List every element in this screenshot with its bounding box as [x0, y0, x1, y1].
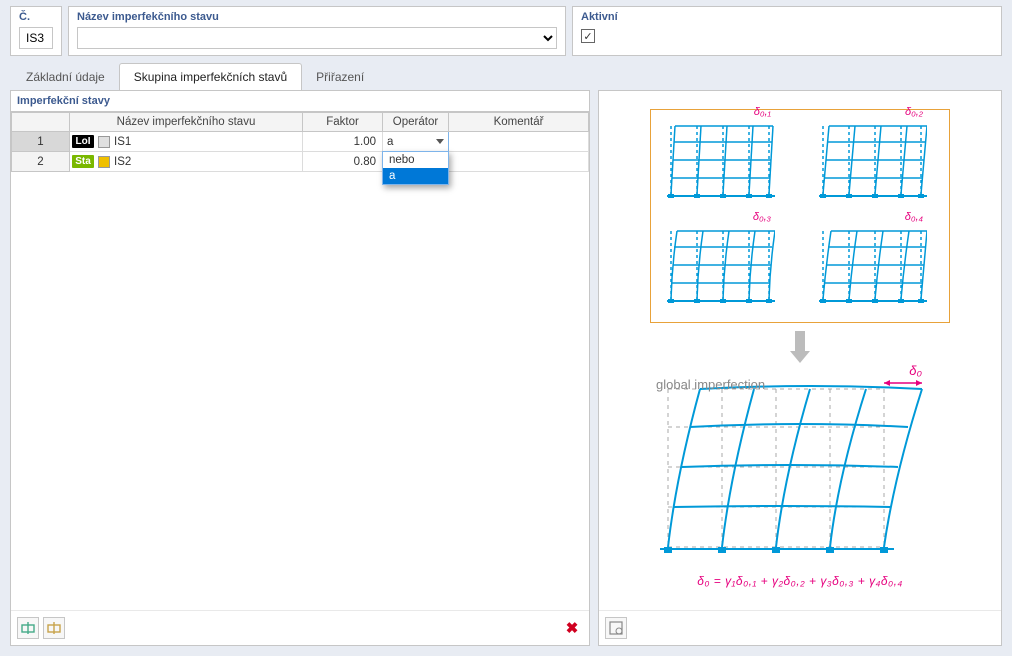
arrow-down-icon	[790, 331, 810, 363]
number-input[interactable]	[19, 27, 53, 49]
delta-label-2: δ₀,₂	[905, 106, 923, 118]
delta-zero-label: δ₀	[909, 363, 922, 378]
delta-label-1: δ₀,₁	[754, 106, 771, 118]
row-color-swatch	[98, 136, 110, 148]
global-imperfection-diagram: global imperfection δ₀	[650, 377, 950, 588]
dropdown-option-a[interactable]: a	[383, 168, 448, 184]
delete-button[interactable]: ✖	[561, 617, 583, 639]
dropdown-option-nebo[interactable]: nebo	[383, 152, 448, 168]
formula-text: δ₀ = γ₁δ₀,₁ + γ₂δ₀,₂ + γ₃δ₀,₃ + γ₄δ₀,₄	[650, 574, 950, 588]
operator-value: a	[387, 136, 393, 148]
row-color-swatch	[98, 156, 110, 168]
add-row-alt-button[interactable]	[43, 617, 65, 639]
number-field-group: Č.	[10, 6, 62, 56]
tab-group-states[interactable]: Skupina imperfekčních stavů	[119, 63, 302, 90]
col-name: Název imperfekčního stavu	[70, 113, 303, 132]
graphics-icon	[609, 621, 623, 635]
row-comment[interactable]	[449, 132, 589, 152]
active-checkbox[interactable]: ✓	[581, 29, 595, 43]
mini-frame-4: δ₀,₄	[817, 225, 927, 307]
row-comment[interactable]	[449, 152, 589, 172]
tab-basic-data[interactable]: Základní údaje	[12, 64, 119, 90]
right-panel: δ₀,₁ δ₀,₂	[598, 90, 1002, 646]
name-label: Název imperfekčního stavu	[77, 11, 557, 23]
active-field-group: Aktivní ✓	[572, 6, 1002, 56]
operator-dropdown-cell[interactable]: a nebo a	[383, 132, 449, 152]
delta-label-3: δ₀,₃	[753, 211, 771, 223]
add-row-button[interactable]	[17, 617, 39, 639]
table-row[interactable]: 2 Sta IS2 0.80	[12, 152, 589, 172]
delta-label-4: δ₀,₄	[905, 211, 923, 223]
right-panel-footer	[599, 610, 1001, 645]
add-row-icon	[21, 621, 35, 635]
row-factor[interactable]: 0.80	[303, 152, 383, 172]
row-number-cell: 1	[12, 132, 70, 152]
table-row[interactable]: 1 LoI IS1 1.00 a	[12, 132, 589, 152]
row-type-tag: LoI	[72, 135, 94, 148]
row-factor[interactable]: 1.00	[303, 132, 383, 152]
preview-area: δ₀,₁ δ₀,₂	[599, 91, 1001, 610]
col-operator: Operátor	[383, 113, 449, 132]
imperfection-quad-diagram: δ₀,₁ δ₀,₂	[650, 109, 950, 323]
mini-frame-1: δ₀,₁	[665, 120, 775, 202]
tab-bar: Základní údaje Skupina imperfekčních sta…	[0, 64, 1012, 90]
global-imperfection-label: global imperfection	[656, 377, 765, 392]
add-row-alt-icon	[47, 621, 61, 635]
row-name: IS1	[114, 136, 131, 148]
operator-dropdown-list: nebo a	[382, 151, 449, 185]
left-panel-footer: ✖	[11, 610, 589, 645]
row-type-tag: Sta	[72, 155, 94, 168]
name-field-group: Název imperfekčního stavu	[68, 6, 566, 56]
col-factor: Faktor	[303, 113, 383, 132]
chevron-down-icon	[436, 139, 444, 144]
name-dropdown[interactable]	[77, 27, 557, 49]
row-number-cell: 2	[12, 152, 70, 172]
mini-frame-3: δ₀,₃	[665, 225, 775, 307]
states-table: Název imperfekčního stavu Faktor Operáto…	[11, 112, 589, 172]
tab-assignment[interactable]: Přiřazení	[302, 64, 378, 90]
number-label: Č.	[19, 11, 53, 23]
row-name: IS2	[114, 156, 131, 168]
mini-frame-2: δ₀,₂	[817, 120, 927, 202]
left-panel-title: Imperfekční stavy	[11, 91, 589, 111]
graphics-settings-button[interactable]	[605, 617, 627, 639]
active-label: Aktivní	[581, 11, 993, 23]
left-panel: Imperfekční stavy Název imperfekčního st…	[10, 90, 590, 646]
delete-icon: ✖	[566, 619, 579, 637]
col-comment: Komentář	[449, 113, 589, 132]
